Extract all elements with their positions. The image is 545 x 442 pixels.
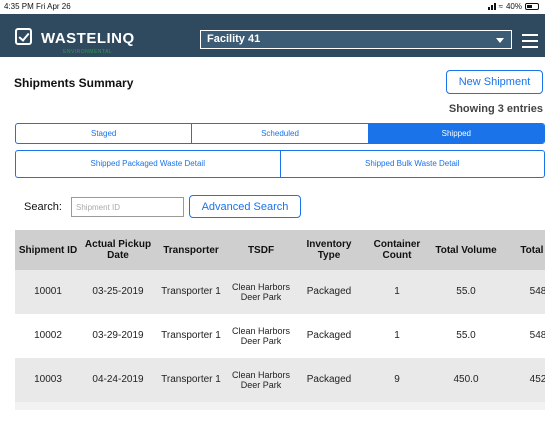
col-transporter[interactable]: Transporter: [155, 230, 227, 270]
logo-subtext: ENVIRONMENTAL: [63, 49, 113, 55]
cell-inventory-type: Packaged: [295, 358, 363, 402]
col-tsdf[interactable]: TSDF: [227, 230, 295, 270]
cell-transporter: Transporter 1: [155, 270, 227, 314]
cell-inventory-type: Packaged: [295, 270, 363, 314]
col-shipment-id[interactable]: Shipment ID: [15, 230, 81, 270]
status-time: 4:35 PM Fri Apr 26: [4, 2, 71, 11]
battery-percent: 40%: [505, 2, 522, 11]
tab-packaged-waste-detail[interactable]: Shipped Packaged Waste Detail: [16, 151, 281, 177]
cell-pickup-date: 04-24-2019: [81, 358, 155, 402]
facility-select[interactable]: Facility 41: [200, 30, 512, 49]
cell-shipment-id: 10003: [15, 358, 81, 402]
hamburger-menu-icon[interactable]: [522, 34, 538, 48]
entries-count: Showing 3 entries: [448, 103, 543, 115]
status-tabs: Staged Scheduled Shipped: [15, 123, 545, 144]
tab-scheduled[interactable]: Scheduled: [192, 124, 369, 143]
page-title: Shipments Summary: [14, 76, 134, 90]
cell-pickup-date: 03-29-2019: [81, 314, 155, 358]
logo-text: WASTELINQ: [41, 30, 135, 47]
shipments-table: Shipment ID Actual Pickup Date Transport…: [15, 230, 545, 410]
table-row[interactable]: 10001 03-25-2019 Transporter 1 Clean Har…: [15, 270, 545, 314]
table-row[interactable]: 10002 03-29-2019 Transporter 1 Clean Har…: [15, 314, 545, 358]
cell-transporter: Transporter 1: [155, 358, 227, 402]
col-total-volume[interactable]: Total Volume: [431, 230, 501, 270]
cell-inventory-type: Packaged: [295, 314, 363, 358]
table-row[interactable]: 10003 04-24-2019 Transporter 1 Clean Har…: [15, 358, 545, 402]
cell-shipment-id: 10002: [15, 314, 81, 358]
advanced-search-button[interactable]: Advanced Search: [189, 195, 301, 218]
cell-total-weight: 548: [501, 314, 545, 358]
col-container-count[interactable]: Container Count: [363, 230, 431, 270]
col-pickup-date[interactable]: Actual Pickup Date: [81, 230, 155, 270]
search-label: Search:: [24, 201, 62, 213]
signal-icon: [487, 3, 496, 10]
new-shipment-button[interactable]: New Shipment: [446, 70, 543, 94]
battery-icon: [525, 3, 539, 10]
cell-shipment-id: 10001: [15, 270, 81, 314]
status-right: ≈ 40%: [487, 2, 539, 11]
table: Shipment ID Actual Pickup Date Transport…: [15, 230, 545, 402]
status-bar: 4:35 PM Fri Apr 26 ≈ 40%: [0, 0, 545, 14]
cell-total-volume: 55.0: [431, 270, 501, 314]
table-header-row: Shipment ID Actual Pickup Date Transport…: [15, 230, 545, 270]
cell-total-weight: 548: [501, 270, 545, 314]
tab-staged[interactable]: Staged: [16, 124, 193, 143]
chevron-down-icon: [496, 38, 504, 43]
cell-container-count: 1: [363, 270, 431, 314]
cell-tsdf: Clean Harbors Deer Park: [227, 270, 295, 314]
cell-total-volume: 450.0: [431, 358, 501, 402]
cell-total-volume: 55.0: [431, 314, 501, 358]
cell-container-count: 9: [363, 358, 431, 402]
logo-check-icon: [15, 28, 32, 45]
app-header: WASTELINQ ENVIRONMENTAL Facility 41: [0, 14, 545, 57]
col-total-weight[interactable]: Total W: [501, 230, 545, 270]
search-input[interactable]: [71, 197, 184, 217]
facility-value: Facility 41: [207, 33, 261, 45]
table-scroll-bar[interactable]: [15, 402, 545, 410]
cell-tsdf: Clean Harbors Deer Park: [227, 314, 295, 358]
tab-shipped[interactable]: Shipped: [368, 124, 544, 143]
cell-tsdf: Clean Harbors Deer Park: [227, 358, 295, 402]
wifi-icon: ≈: [498, 2, 503, 11]
cell-total-weight: 452: [501, 358, 545, 402]
detail-tabs: Shipped Packaged Waste Detail Shipped Bu…: [15, 150, 545, 178]
col-inventory-type[interactable]: Inventory Type: [295, 230, 363, 270]
cell-pickup-date: 03-25-2019: [81, 270, 155, 314]
cell-transporter: Transporter 1: [155, 314, 227, 358]
tab-bulk-waste-detail[interactable]: Shipped Bulk Waste Detail: [281, 151, 545, 177]
cell-container-count: 1: [363, 314, 431, 358]
